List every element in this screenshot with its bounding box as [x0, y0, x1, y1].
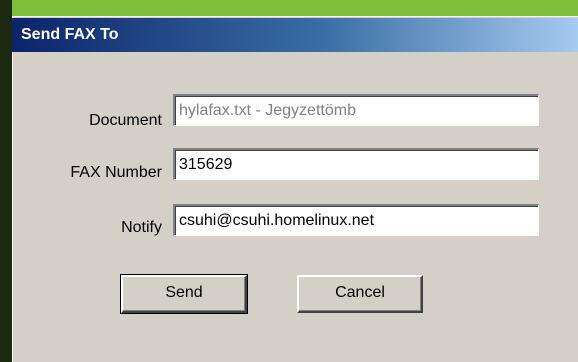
- fax-number-label: FAX Number: [70, 164, 162, 181]
- desktop-background-top: [0, 0, 578, 16]
- send-button[interactable]: Send: [120, 274, 248, 314]
- fax-number-field[interactable]: [173, 148, 539, 180]
- cancel-button[interactable]: Cancel: [297, 275, 423, 313]
- send-fax-dialog: Send FAX To Document FAX Number Notify S…: [12, 16, 578, 362]
- title-bar[interactable]: Send FAX To: [12, 18, 578, 52]
- window-title: Send FAX To: [21, 26, 119, 43]
- notify-label: Notify: [121, 219, 162, 236]
- notify-email-field[interactable]: [173, 204, 539, 236]
- document-label: Document: [89, 112, 162, 129]
- document-field[interactable]: [173, 94, 539, 126]
- desktop-left-edge: [0, 0, 12, 362]
